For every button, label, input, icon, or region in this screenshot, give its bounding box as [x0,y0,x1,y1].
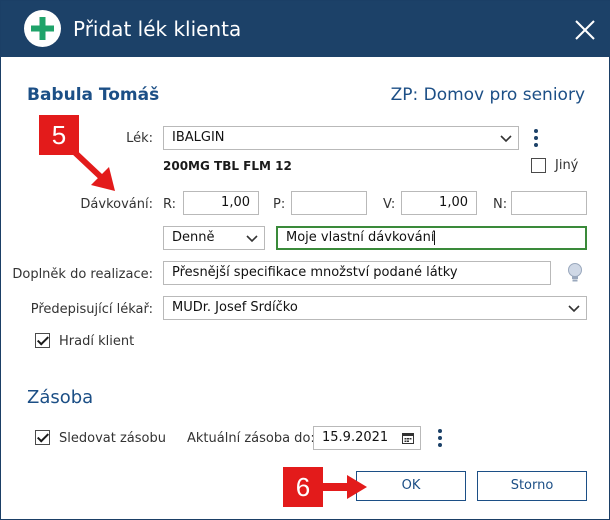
aktualni-date-input[interactable]: 15.9.2021 [313,426,421,450]
aktualni-value: 15.9.2021 [322,430,389,445]
r-label: R: [163,197,177,212]
title-bar: Přidat lék klienta [1,1,610,57]
ok-button[interactable]: OK [356,471,466,501]
more-options-icon[interactable] [533,129,539,149]
hradi-label: Hradí klient [59,334,135,349]
annotation-arrow-5 [66,144,115,191]
lekar-label: Předepisující lékař: [30,302,153,317]
v-input[interactable]: 1,00 [401,191,477,215]
lekar-value: MUDr. Josef Srdíčko [172,300,298,315]
jiny-checkbox[interactable] [531,158,546,173]
frequency-value: Denně [172,230,215,245]
close-icon[interactable] [573,18,597,42]
lekar-select[interactable]: MUDr. Josef Srdíčko [163,296,587,320]
window-title: Přidat lék klienta [73,17,242,41]
dialog-window: Přidat lék klienta Babula Tomáš ZP: Domo… [0,0,610,520]
frequency-select[interactable]: Denně [163,226,265,250]
hradi-checkbox[interactable] [35,333,50,348]
doplnek-input[interactable]: Přesnější specifikace množství podané lá… [163,261,551,285]
lek-detail: 200MG TBL FLM 12 [163,159,292,173]
sledovat-label: Sledovat zásobu [59,431,166,446]
lightbulb-icon[interactable] [567,262,583,284]
calendar-icon[interactable] [402,432,414,444]
chevron-down-icon [500,135,512,143]
davkovani-label: Dávkování: [80,197,153,212]
jiny-label: Jiný [555,158,579,173]
r-input[interactable]: 1,00 [183,191,259,215]
zasoba-title: Zásoba [27,387,94,408]
text-cursor [434,230,436,245]
custom-dosage-value: Moje vlastní dávkování [286,230,435,245]
custom-dosage-input[interactable]: Moje vlastní dávkování [276,226,587,250]
lek-value: IBALGIN [172,130,225,145]
annotation-arrow-6 [321,475,367,499]
zasoba-more-options-icon[interactable] [437,429,443,449]
p-label: P: [273,197,286,212]
chevron-down-icon [246,235,258,243]
chevron-down-icon [568,305,580,313]
aktualni-label: Aktuální zásoba do: [187,431,315,446]
plus-circle-icon [24,10,61,47]
doplnek-label: Doplněk do realizace: [12,267,153,282]
storno-button[interactable]: Storno [477,471,587,501]
zp-label: ZP: Domov pro seniory [390,85,585,105]
n-label: N: [493,197,508,212]
lek-select[interactable]: IBALGIN [163,126,519,150]
annotation-badge-6: 6 [283,467,323,507]
sledovat-checkbox[interactable] [35,430,50,445]
p-input[interactable] [291,191,367,215]
client-name: Babula Tomáš [27,85,160,105]
n-input[interactable] [511,191,587,215]
v-label: V: [383,197,396,212]
